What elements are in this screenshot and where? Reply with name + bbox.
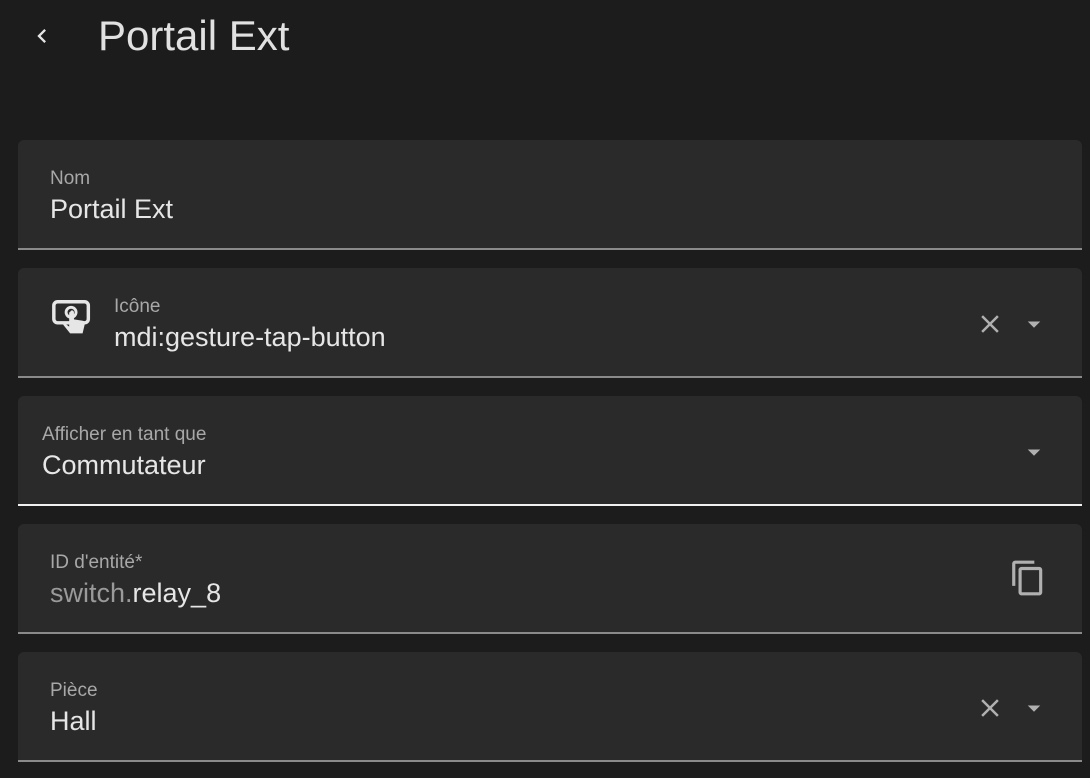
chevron-left-icon — [37, 29, 46, 43]
area-field[interactable]: Pièce Hall — [18, 652, 1082, 762]
display-as-label: Afficher en tant que — [42, 424, 207, 445]
icon-field-label: Icône — [114, 296, 161, 317]
area-dropdown-button[interactable] — [1014, 688, 1054, 728]
close-icon — [981, 315, 999, 333]
area-value[interactable]: Hall — [50, 706, 97, 737]
name-field-value[interactable]: Portail Ext — [50, 194, 173, 225]
close-icon — [981, 699, 999, 717]
entity-id-label: ID d'entité* — [50, 552, 143, 573]
icon-field[interactable]: Icône mdi:gesture-tap-button — [18, 268, 1082, 378]
entity-id-prefix: switch. — [50, 578, 133, 608]
back-button[interactable] — [22, 16, 62, 56]
display-as-value[interactable]: Commutateur — [42, 450, 206, 481]
icon-dropdown-button[interactable] — [1014, 304, 1054, 344]
menu-down-icon — [1027, 449, 1041, 456]
page-header: Portail Ext — [0, 0, 1090, 80]
copy-entity-id-button[interactable] — [1008, 558, 1048, 598]
entity-id-value[interactable]: switch.relay_8 — [50, 578, 221, 609]
entity-id-field[interactable]: ID d'entité* switch.relay_8 — [18, 524, 1082, 634]
page-title: Portail Ext — [98, 12, 290, 59]
name-field[interactable]: Nom Portail Ext — [18, 140, 1082, 250]
gesture-tap-button-icon — [52, 300, 91, 334]
area-label: Pièce — [50, 680, 98, 701]
name-field-label: Nom — [50, 168, 91, 189]
icon-clear-button[interactable] — [970, 304, 1010, 344]
entity-id-object: relay_8 — [132, 578, 222, 608]
display-as-select[interactable]: Afficher en tant que Commutateur — [18, 396, 1082, 506]
icon-field-value[interactable]: mdi:gesture-tap-button — [114, 322, 386, 353]
menu-down-icon — [1027, 321, 1041, 328]
display-as-dropdown-button[interactable] — [1014, 432, 1054, 472]
content-copy-icon — [1012, 560, 1043, 596]
menu-down-icon — [1027, 705, 1041, 712]
area-clear-button[interactable] — [970, 688, 1010, 728]
